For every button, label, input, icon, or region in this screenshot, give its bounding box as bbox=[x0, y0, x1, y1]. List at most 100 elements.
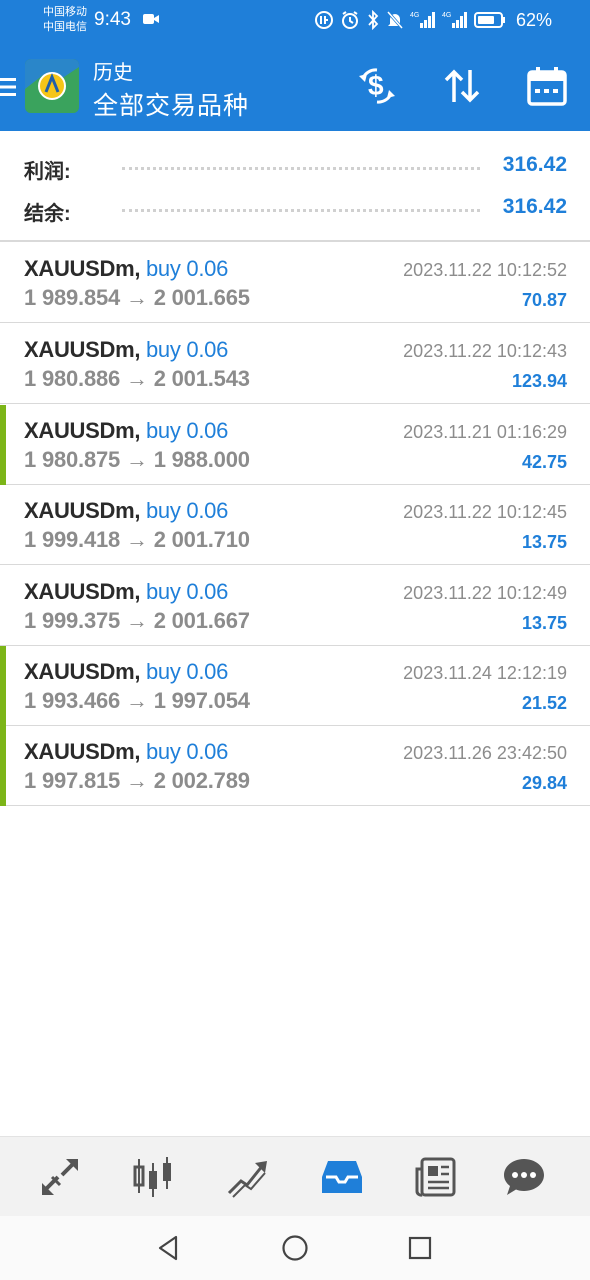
tab-chart[interactable] bbox=[129, 1155, 177, 1199]
back-triangle-icon bbox=[158, 1235, 178, 1261]
deal-prices: 1 999.418 → 2 001.710 bbox=[24, 527, 250, 552]
deal-profit: 42.75 bbox=[521, 452, 567, 472]
system-nav-bar bbox=[0, 1216, 590, 1280]
home-circle-icon bbox=[282, 1235, 308, 1261]
app-header: 中国移动 中国电信 9:43 4G 4G 62% 历史 全部交易品种 $ bbox=[0, 0, 590, 131]
deal-symbol: XAUUSDm, bbox=[24, 498, 141, 523]
deal-symbol: XAUUSDm, bbox=[24, 256, 141, 281]
deal-side: buy 0.06 bbox=[146, 659, 229, 684]
deal-row[interactable]: XAUUSDm, buy 0.06 1 980.886 → 2 001.543 … bbox=[0, 324, 590, 404]
deal-accent-bar bbox=[0, 646, 6, 726]
deal-prices: 1 997.815 → 2 002.789 bbox=[24, 768, 250, 793]
sort-button[interactable] bbox=[438, 62, 486, 110]
bottom-tab-bar bbox=[0, 1136, 590, 1216]
carrier-2: 中国电信 bbox=[43, 21, 87, 33]
news-icon bbox=[415, 1157, 456, 1197]
signal-4g-icon-2: 4G bbox=[442, 12, 467, 28]
deal-symbol: XAUUSDm, bbox=[24, 579, 141, 604]
page-title: 历史 bbox=[93, 62, 133, 84]
deal-prices: 1 980.875 → 1 988.000 bbox=[24, 447, 250, 472]
balance-value: 316.42 bbox=[502, 195, 567, 218]
status-icons: 4G 4G 62% bbox=[314, 8, 552, 32]
deal-prices: 1 989.854 → 2 001.665 bbox=[24, 285, 250, 310]
dollar-refresh-button[interactable]: $ bbox=[353, 62, 401, 110]
quotes-arrows-icon bbox=[42, 1159, 78, 1195]
deal-symbol-line: XAUUSDm, buy 0.06 bbox=[24, 659, 228, 685]
video-recording-icon bbox=[143, 14, 159, 24]
alarm-icon bbox=[341, 11, 358, 29]
trade-trend-icon bbox=[227, 1161, 267, 1198]
deal-time: 2023.11.22 10:12:45 bbox=[403, 502, 567, 522]
deal-profit: 29.84 bbox=[521, 773, 567, 793]
deal-row[interactable]: XAUUSDm, buy 0.06 1 993.466 → 1 997.054 … bbox=[0, 646, 590, 726]
deal-accent-bar bbox=[0, 726, 6, 806]
deal-time: 2023.11.22 10:12:52 bbox=[403, 260, 567, 280]
deal-prices: 1 980.886 → 2 001.543 bbox=[24, 366, 250, 391]
svg-text:4G: 4G bbox=[442, 12, 451, 19]
tab-news[interactable] bbox=[412, 1155, 460, 1199]
app-root: 中国移动 中国电信 9:43 4G 4G 62% 历史 全部交易品种 $ 利润:… bbox=[0, 0, 590, 1280]
mt-logo-icon bbox=[25, 59, 79, 113]
deal-time: 2023.11.26 23:42:50 bbox=[403, 743, 567, 763]
deal-symbol-line: XAUUSDm, buy 0.06 bbox=[24, 418, 228, 444]
calendar-button[interactable] bbox=[523, 62, 571, 110]
deal-row[interactable]: XAUUSDm, buy 0.06 1 999.375 → 2 001.667 … bbox=[0, 566, 590, 646]
deal-symbol-line: XAUUSDm, buy 0.06 bbox=[24, 337, 228, 363]
dotted-leader bbox=[122, 167, 480, 170]
deal-symbol: XAUUSDm, bbox=[24, 337, 141, 362]
recents-square-icon bbox=[408, 1236, 432, 1260]
deal-symbol: XAUUSDm, bbox=[24, 418, 141, 443]
sort-icon bbox=[444, 69, 480, 103]
deal-profit: 13.75 bbox=[521, 613, 567, 633]
tab-trade[interactable] bbox=[223, 1155, 271, 1199]
dotted-leader bbox=[122, 209, 480, 212]
status-bar: 中国移动 中国电信 9:43 4G 4G 62% bbox=[0, 0, 590, 40]
deal-symbol: XAUUSDm, bbox=[24, 659, 141, 684]
deal-row[interactable]: XAUUSDm, buy 0.06 1 989.854 → 2 001.665 … bbox=[0, 243, 590, 323]
deal-row[interactable]: XAUUSDm, buy 0.06 1 999.418 → 2 001.710 … bbox=[0, 485, 590, 565]
deal-time: 2023.11.21 01:16:29 bbox=[403, 422, 567, 442]
nav-back-button[interactable] bbox=[152, 1232, 184, 1264]
deal-profit: 123.94 bbox=[511, 371, 567, 391]
tab-chat[interactable] bbox=[500, 1155, 548, 1199]
deal-side: buy 0.06 bbox=[146, 256, 229, 281]
candlestick-chart-icon bbox=[133, 1157, 171, 1197]
deal-time: 2023.11.22 10:12:49 bbox=[403, 583, 567, 603]
deal-profit: 13.75 bbox=[521, 532, 567, 552]
symbol-filter[interactable]: 全部交易品种 bbox=[93, 86, 249, 122]
data-saver-icon bbox=[314, 11, 333, 29]
calendar-icon bbox=[527, 67, 567, 106]
balance-label: 结余: bbox=[24, 203, 71, 225]
history-summary: 利润: 316.42 结余: 316.42 bbox=[0, 131, 590, 242]
deal-row[interactable]: XAUUSDm, buy 0.06 1 997.815 → 2 002.789 … bbox=[0, 726, 590, 806]
deal-row[interactable]: XAUUSDm, buy 0.06 1 980.875 → 1 988.000 … bbox=[0, 405, 590, 485]
carrier-1: 中国移动 bbox=[43, 6, 87, 18]
profit-row: 利润: 316.42 bbox=[0, 147, 590, 187]
deal-time: 2023.11.22 10:12:43 bbox=[403, 341, 567, 361]
deal-prices: 1 993.466 → 1 997.054 bbox=[24, 688, 250, 713]
deal-side: buy 0.06 bbox=[146, 579, 229, 604]
app-logo bbox=[25, 59, 79, 113]
signal-4g-icon: 4G bbox=[410, 12, 435, 28]
deal-time: 2023.11.24 12:12:19 bbox=[403, 663, 567, 683]
deal-side: buy 0.06 bbox=[146, 739, 229, 764]
chat-bubble-icon bbox=[504, 1159, 544, 1195]
deal-symbol-line: XAUUSDm, buy 0.06 bbox=[24, 498, 228, 524]
nav-recents-button[interactable] bbox=[404, 1232, 436, 1264]
deal-accent-bar bbox=[0, 405, 6, 485]
deal-symbol: XAUUSDm, bbox=[24, 739, 141, 764]
battery-percent: 62% bbox=[515, 9, 552, 30]
tab-history[interactable] bbox=[318, 1155, 366, 1199]
svg-text:$: $ bbox=[368, 70, 384, 101]
battery-icon bbox=[473, 12, 505, 28]
tab-quotes[interactable] bbox=[36, 1155, 84, 1199]
mute-bell-icon bbox=[386, 11, 404, 29]
deal-side: buy 0.06 bbox=[146, 418, 229, 443]
deal-profit: 70.87 bbox=[521, 290, 567, 310]
balance-row: 结余: 316.42 bbox=[0, 189, 590, 229]
nav-home-button[interactable] bbox=[279, 1232, 311, 1264]
deal-profit: 21.52 bbox=[521, 693, 567, 713]
hamburger-menu-icon[interactable] bbox=[0, 75, 18, 99]
svg-text:4G: 4G bbox=[410, 12, 419, 19]
profit-label: 利润: bbox=[24, 161, 71, 183]
